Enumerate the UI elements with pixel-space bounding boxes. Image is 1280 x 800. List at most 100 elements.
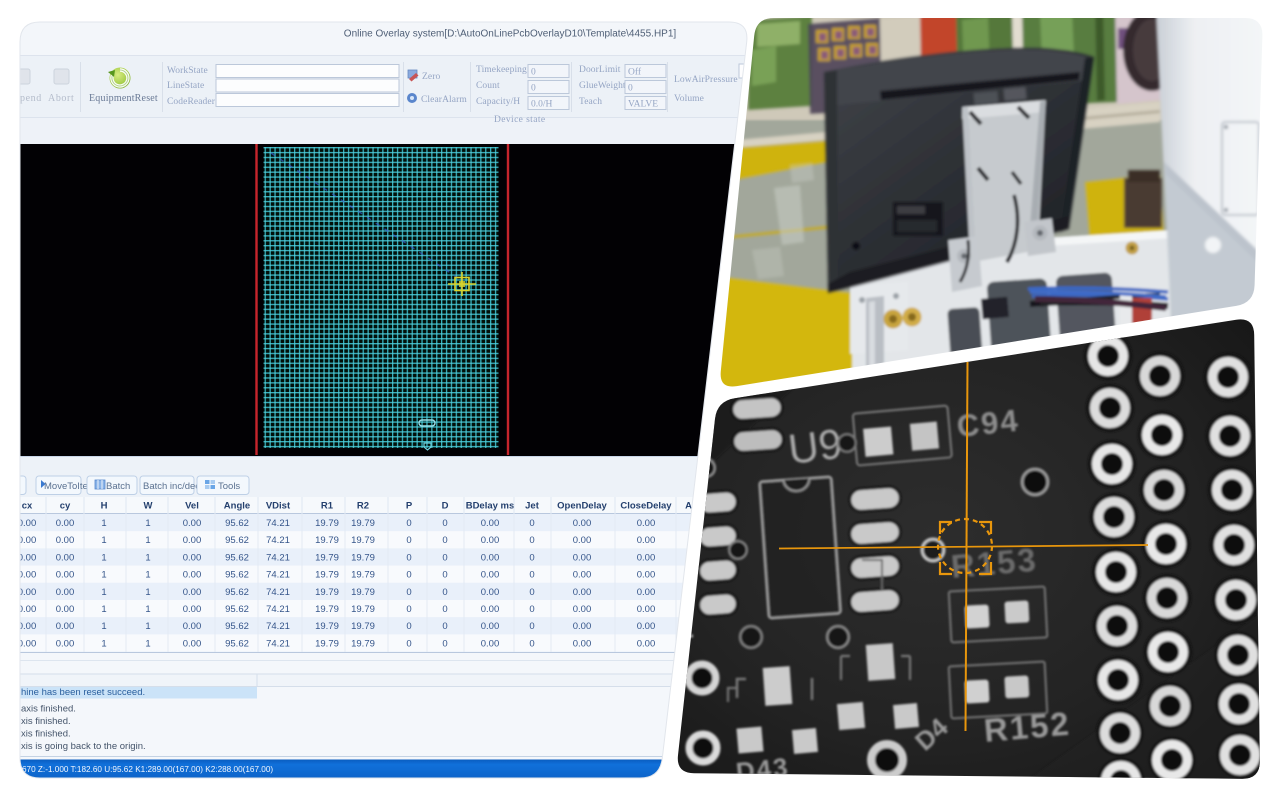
svg-text:0.00: 0.00 bbox=[481, 604, 500, 615]
svg-text:19.79: 19.79 bbox=[315, 638, 339, 649]
svg-text:C94: C94 bbox=[955, 403, 1021, 444]
svg-text:0.00: 0.00 bbox=[481, 518, 500, 529]
svg-text:1: 1 bbox=[145, 570, 150, 581]
svg-text:0: 0 bbox=[529, 621, 534, 632]
svg-text:0: 0 bbox=[442, 518, 447, 529]
svg-text:0: 0 bbox=[529, 552, 534, 563]
svg-text:74.21: 74.21 bbox=[266, 604, 290, 615]
svg-text:0.00: 0.00 bbox=[56, 552, 75, 563]
svg-text:0: 0 bbox=[531, 68, 536, 78]
svg-text:Timekeeping: Timekeeping bbox=[476, 65, 527, 75]
svg-text:1: 1 bbox=[101, 518, 106, 529]
svg-text:xis finished.: xis finished. bbox=[21, 716, 71, 727]
svg-text:xis finished.: xis finished. bbox=[21, 729, 71, 740]
svg-text:ClearAlarm: ClearAlarm bbox=[421, 95, 467, 105]
svg-text:GlueWeight: GlueWeight bbox=[579, 81, 626, 91]
svg-text:1: 1 bbox=[145, 518, 150, 529]
svg-text:95.62: 95.62 bbox=[225, 587, 249, 598]
svg-text:EquipmentReset: EquipmentReset bbox=[89, 93, 158, 104]
svg-text:R152: R152 bbox=[982, 705, 1072, 749]
svg-text:cx: cx bbox=[22, 501, 33, 512]
svg-text:U9: U9 bbox=[786, 420, 845, 473]
svg-text:1: 1 bbox=[101, 587, 106, 598]
svg-text:0: 0 bbox=[529, 604, 534, 615]
svg-text:0: 0 bbox=[406, 570, 411, 581]
svg-text:Count: Count bbox=[476, 81, 500, 91]
svg-text:0: 0 bbox=[529, 570, 534, 581]
svg-text:0.00: 0.00 bbox=[18, 604, 37, 615]
svg-text:R1: R1 bbox=[321, 501, 334, 512]
svg-text:cy: cy bbox=[60, 501, 71, 512]
svg-text:Teach: Teach bbox=[579, 97, 602, 107]
svg-text:0: 0 bbox=[442, 535, 447, 546]
svg-text:74.21: 74.21 bbox=[266, 535, 290, 546]
svg-text:1: 1 bbox=[145, 638, 150, 649]
svg-text:hine has been reset succeed.: hine has been reset succeed. bbox=[21, 687, 145, 698]
svg-text:1: 1 bbox=[101, 621, 106, 632]
svg-text:19.79: 19.79 bbox=[315, 587, 339, 598]
svg-text:0.00: 0.00 bbox=[183, 604, 202, 615]
svg-text:0.00: 0.00 bbox=[573, 535, 592, 546]
svg-text:Online Overlay system[D:\AutoO: Online Overlay system[D:\AutoOnLinePcbOv… bbox=[344, 29, 677, 40]
svg-text:1: 1 bbox=[145, 587, 150, 598]
svg-text:0.00: 0.00 bbox=[481, 621, 500, 632]
svg-text:0.00: 0.00 bbox=[637, 621, 656, 632]
svg-text:0: 0 bbox=[406, 518, 411, 529]
svg-text:0.00: 0.00 bbox=[56, 518, 75, 529]
svg-text:Capacity/H: Capacity/H bbox=[476, 97, 520, 107]
svg-text:0.00: 0.00 bbox=[637, 604, 656, 615]
svg-text:19.79: 19.79 bbox=[351, 518, 375, 529]
svg-text:95.62: 95.62 bbox=[225, 570, 249, 581]
svg-text:0: 0 bbox=[531, 84, 536, 94]
svg-text:19.79: 19.79 bbox=[351, 638, 375, 649]
svg-text:0.00: 0.00 bbox=[56, 638, 75, 649]
svg-text:0: 0 bbox=[529, 587, 534, 598]
svg-text:1: 1 bbox=[101, 638, 106, 649]
svg-text:R2: R2 bbox=[357, 501, 369, 512]
svg-text:0.00: 0.00 bbox=[56, 587, 75, 598]
svg-text:0: 0 bbox=[406, 552, 411, 563]
svg-text:0.00: 0.00 bbox=[183, 621, 202, 632]
svg-text:Volume: Volume bbox=[674, 94, 704, 104]
svg-text:0.00: 0.00 bbox=[183, 535, 202, 546]
svg-text:Off: Off bbox=[628, 67, 642, 78]
svg-text:0.00: 0.00 bbox=[637, 552, 656, 563]
svg-text:0.00: 0.00 bbox=[18, 638, 37, 649]
svg-text:0: 0 bbox=[442, 570, 447, 581]
svg-text:0.00: 0.00 bbox=[637, 638, 656, 649]
svg-text:CodeReader: CodeReader bbox=[167, 97, 216, 107]
svg-text:Abort: Abort bbox=[48, 93, 74, 104]
svg-text:P: P bbox=[406, 501, 413, 512]
svg-text:19.79: 19.79 bbox=[315, 535, 339, 546]
svg-text:0.00: 0.00 bbox=[56, 604, 75, 615]
svg-text:0: 0 bbox=[406, 638, 411, 649]
svg-text:0.00: 0.00 bbox=[56, 621, 75, 632]
svg-text:WorkState: WorkState bbox=[167, 66, 208, 76]
svg-text:Jet: Jet bbox=[525, 501, 540, 512]
svg-text:0.00: 0.00 bbox=[183, 570, 202, 581]
svg-text:W: W bbox=[144, 501, 153, 512]
svg-text:0.00: 0.00 bbox=[481, 535, 500, 546]
svg-text:0: 0 bbox=[442, 587, 447, 598]
svg-text:19.79: 19.79 bbox=[351, 587, 375, 598]
svg-text:670 Z:-1.000 T:182.60 U:95.62: 670 Z:-1.000 T:182.60 U:95.62 K1:289.00(… bbox=[22, 765, 273, 774]
svg-text:Vel: Vel bbox=[185, 501, 199, 512]
svg-text:0: 0 bbox=[529, 518, 534, 529]
svg-text:1: 1 bbox=[145, 621, 150, 632]
svg-text:0.00: 0.00 bbox=[18, 570, 37, 581]
svg-text:OpenDelay: OpenDelay bbox=[557, 501, 607, 512]
svg-text:19.79: 19.79 bbox=[315, 570, 339, 581]
svg-text:74.21: 74.21 bbox=[266, 552, 290, 563]
svg-text:0.00: 0.00 bbox=[18, 535, 37, 546]
svg-text:0: 0 bbox=[406, 604, 411, 615]
svg-text:Device state: Device state bbox=[494, 115, 545, 125]
svg-text:19.79: 19.79 bbox=[351, 604, 375, 615]
svg-text:0.00: 0.00 bbox=[18, 621, 37, 632]
svg-text:0: 0 bbox=[406, 587, 411, 598]
svg-text:95.62: 95.62 bbox=[225, 621, 249, 632]
svg-text:0.00: 0.00 bbox=[637, 587, 656, 598]
svg-text:0: 0 bbox=[529, 535, 534, 546]
svg-text:95.62: 95.62 bbox=[225, 638, 249, 649]
svg-text:0.00: 0.00 bbox=[637, 535, 656, 546]
svg-text:axis finished.: axis finished. bbox=[21, 704, 76, 715]
